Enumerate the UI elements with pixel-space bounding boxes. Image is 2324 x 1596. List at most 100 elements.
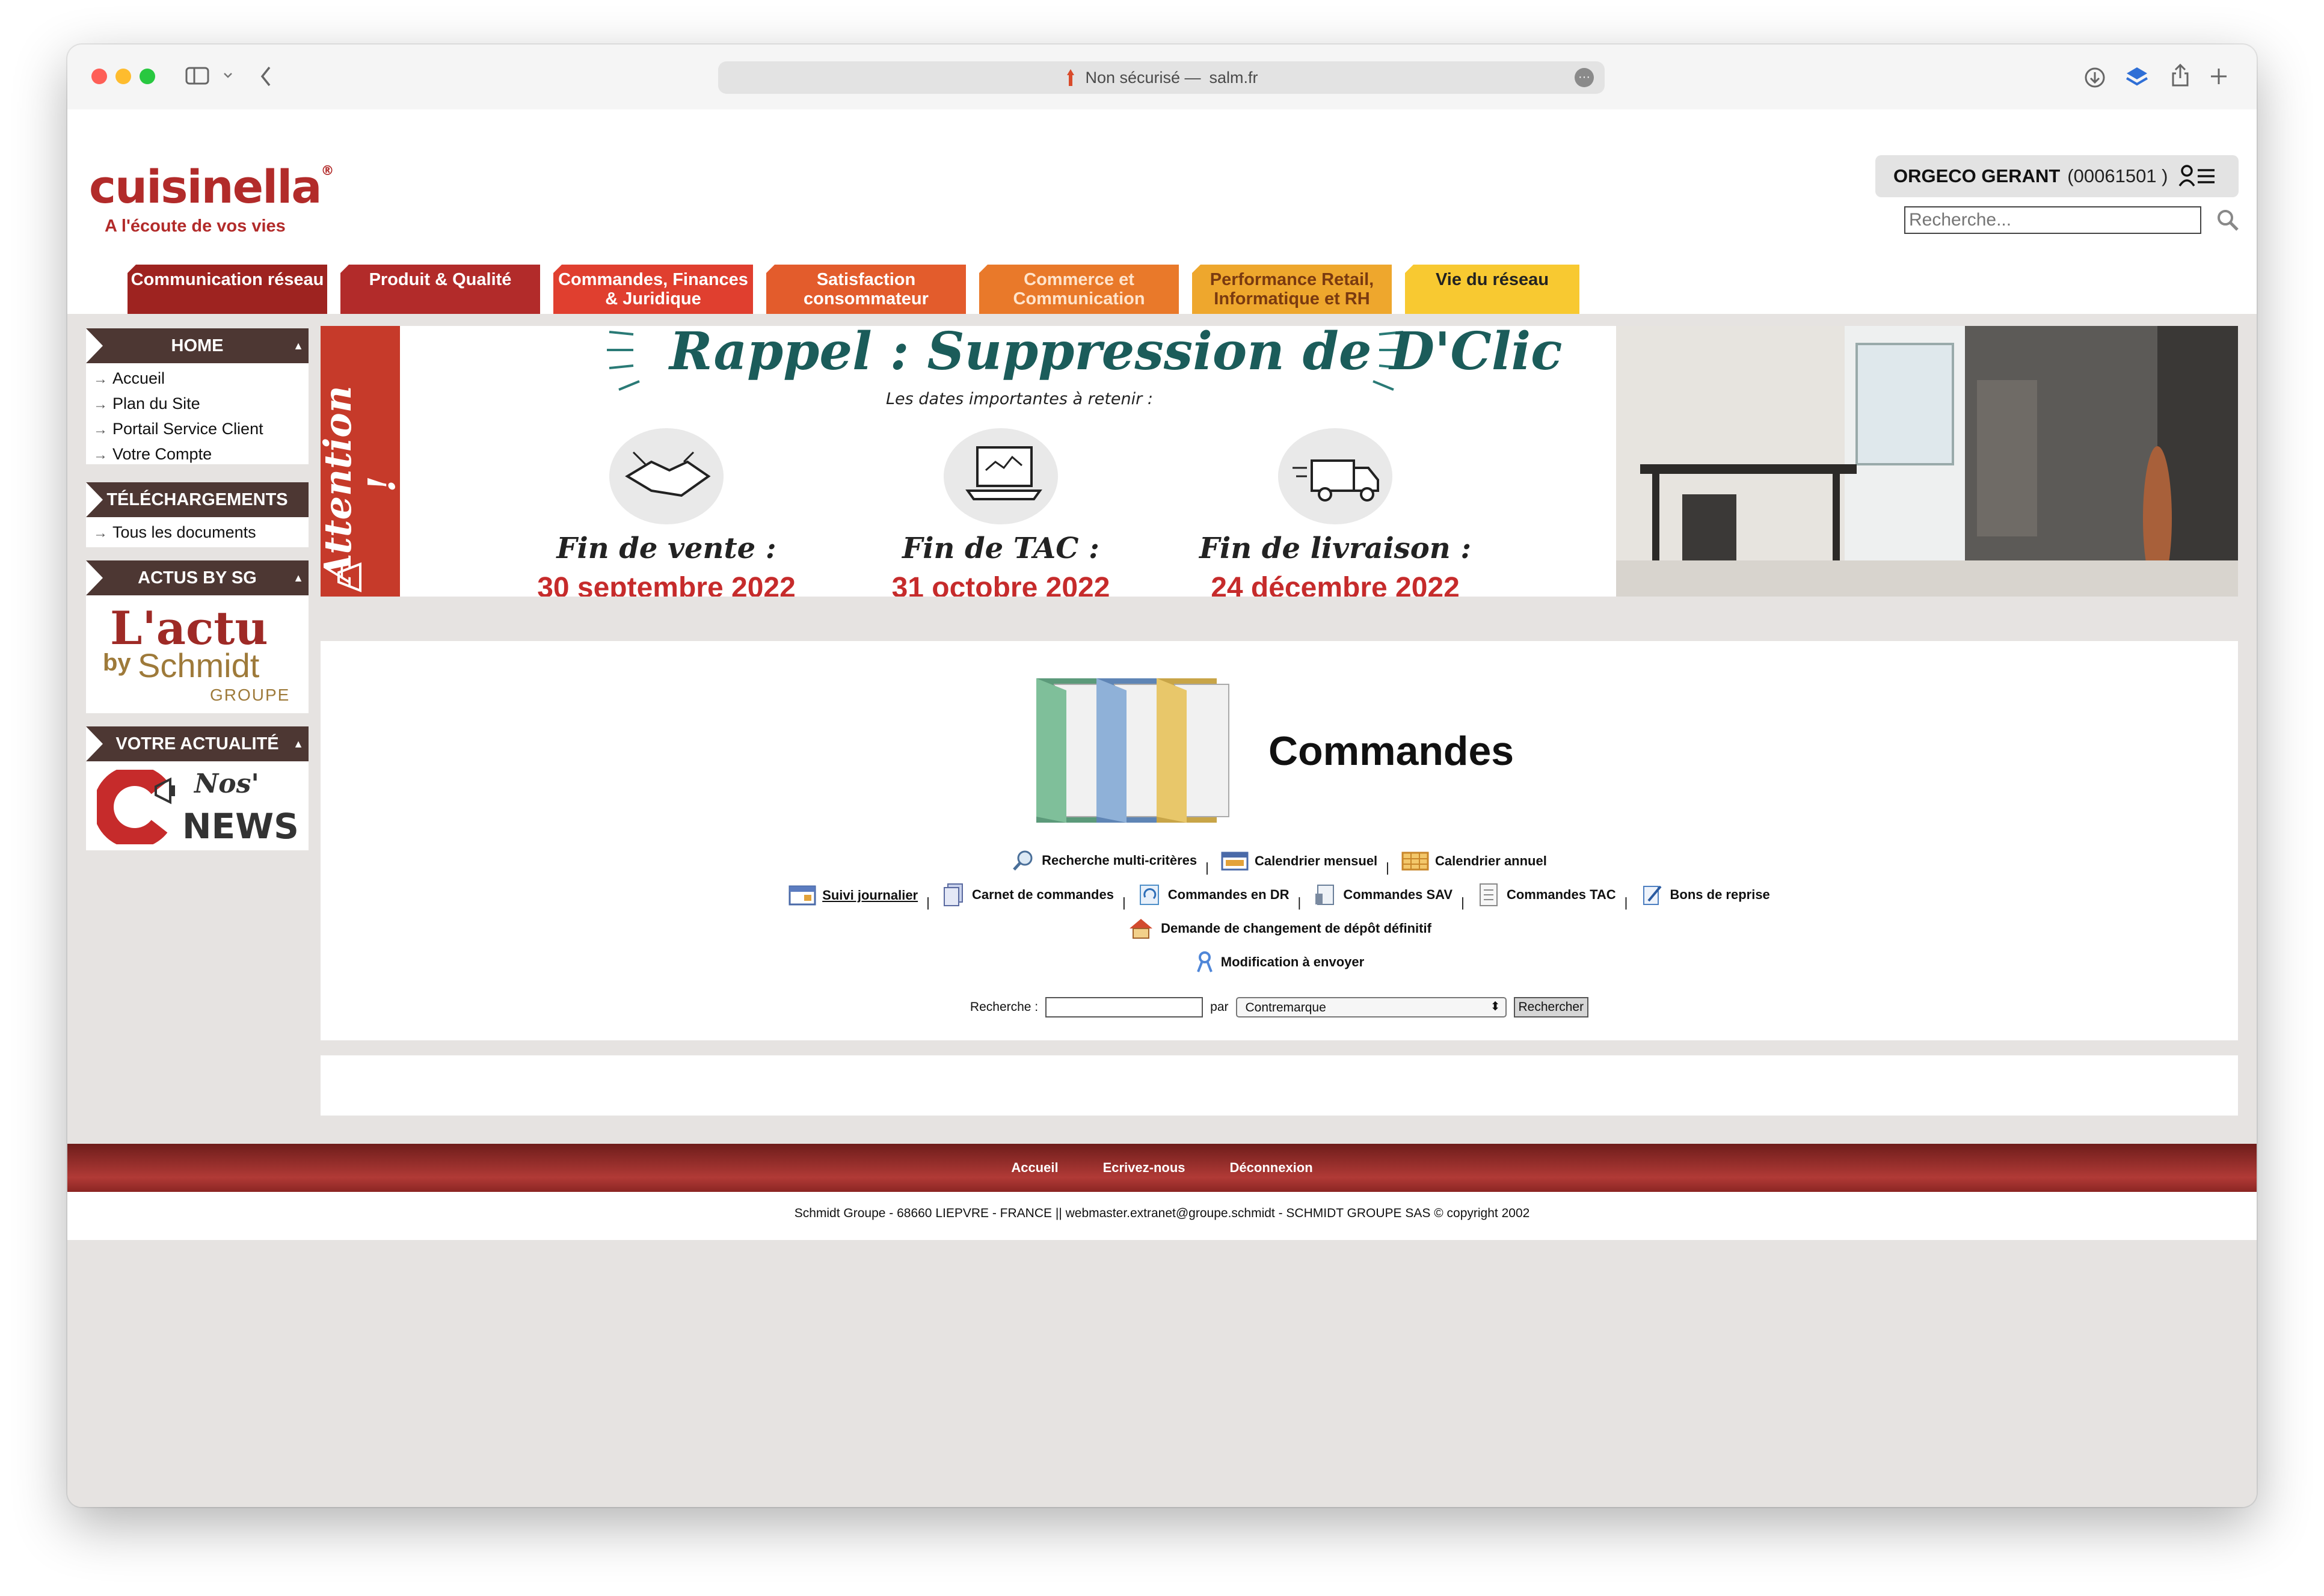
page-menu-icon[interactable]: ··· — [1575, 68, 1594, 87]
link-calendrier-mensuel[interactable]: Calendrier mensuel — [1221, 850, 1377, 872]
orders-search-input[interactable] — [1045, 997, 1204, 1017]
site-header: cuisinella® A l'écoute de vos vies ORGEC… — [67, 109, 2257, 314]
nav-tab-label: Commerce et Communication — [1013, 270, 1145, 308]
address-bar[interactable]: Non sécurisé — salm.fr ··· — [718, 61, 1605, 94]
links-row-2: Suivi journalier | Carnet de commandes |… — [321, 883, 2238, 910]
sidebar-news-header[interactable]: VOTRE ACTUALITÉ ▲ — [86, 726, 309, 761]
logo-text: cuisinella — [89, 160, 322, 213]
separator: | — [1297, 895, 1302, 910]
sidebar-actus-title: ACTUS BY SG — [138, 568, 257, 588]
link-calendrier-annuel[interactable]: Calendrier annuel — [1401, 850, 1547, 872]
link-label: Commandes TAC — [1506, 887, 1616, 902]
link-bons-de-reprise[interactable]: Bons de reprise — [1640, 883, 1770, 907]
sidebar-news-title: VOTRE ACTUALITÉ — [115, 734, 279, 753]
nav-tab-label: Satisfaction consommateur — [804, 270, 929, 308]
search-button[interactable]: Rechercher — [1513, 997, 1589, 1017]
arrow-right-icon: → — [93, 422, 108, 438]
separator: | — [1386, 860, 1389, 875]
refresh-doc-icon — [1139, 885, 1159, 905]
browser-toolbar: Non sécurisé — salm.fr ··· — [67, 45, 2257, 109]
link-commandes-sav[interactable]: Commandes SAV — [1313, 883, 1452, 907]
search-criteria-select[interactable]: Contremarque — [1235, 997, 1507, 1017]
sidebar-item-accueil[interactable]: → Accueil — [86, 366, 309, 391]
sidebar-home-header[interactable]: HOME ▲ — [86, 328, 309, 363]
close-window-button[interactable] — [91, 69, 107, 84]
main-navigation: Communication réseau Produit & Qualité C… — [128, 265, 1579, 314]
nav-tab-produit-qualite[interactable]: Produit & Qualité — [340, 265, 540, 314]
order-book-icon — [943, 883, 963, 906]
attention-text: Attention ! — [321, 385, 404, 583]
by-label: par — [1210, 1000, 1229, 1014]
actus-logo-by: by — [103, 649, 131, 676]
collapse-arrow-icon[interactable]: ▲ — [293, 560, 304, 595]
back-arrow-icon[interactable] — [259, 65, 273, 88]
laptop-icon — [965, 446, 1042, 500]
sidebar-item-label: Accueil — [112, 369, 165, 387]
minimize-window-button[interactable] — [115, 69, 131, 84]
sidebar-toggle-icon[interactable] — [185, 66, 209, 85]
separator: | — [1122, 895, 1126, 910]
edit-doc-icon — [1643, 885, 1662, 905]
new-tab-plus-icon[interactable] — [2209, 66, 2229, 87]
nav-tab-label: Communication réseau — [131, 270, 324, 289]
link-label: Recherche multi-critères — [1042, 853, 1197, 868]
nav-tab-commandes-finances[interactable]: Commandes, Finances & Juridique — [553, 265, 753, 314]
user-account-box[interactable]: ORGECO GERANT (00061501 ) — [1875, 155, 2239, 197]
ribbon-icon — [1196, 951, 1213, 972]
share-icon[interactable] — [2170, 63, 2190, 88]
registered-mark-icon: ® — [321, 164, 334, 179]
zoom-window-button[interactable] — [140, 69, 155, 84]
sidebar-item-plan-du-site[interactable]: → Plan du Site — [86, 391, 309, 416]
link-label: Carnet de commandes — [971, 887, 1114, 902]
sidebar-item-votre-compte[interactable]: → Votre Compte — [86, 441, 309, 467]
nav-tab-label: Vie du réseau — [1435, 270, 1549, 289]
sidebar-downloads-header[interactable]: TÉLÉCHARGEMENTS — [86, 482, 309, 517]
footer-link-ecrivez-nous[interactable]: Ecrivez-nous — [1103, 1160, 1185, 1176]
arrow-right-icon: → — [93, 525, 108, 541]
search-label: Recherche : — [970, 1000, 1039, 1014]
megaphone-icon — [155, 777, 175, 805]
nos-news-logo[interactable]: Nos' NEWS — [86, 761, 309, 850]
page-content: cuisinella® A l'écoute de vos vies ORGEC… — [67, 109, 2257, 1507]
link-recherche-multi-criteres[interactable]: Recherche multi-critères — [1012, 849, 1197, 872]
chevron-down-icon[interactable] — [223, 71, 233, 79]
link-carnet-de-commandes[interactable]: Carnet de commandes — [942, 883, 1114, 907]
user-name: ORGECO GERANT — [1893, 165, 2061, 186]
footer-link-deconnexion[interactable]: Déconnexion — [1230, 1160, 1313, 1176]
footer-link-accueil[interactable]: Accueil — [1011, 1160, 1058, 1176]
nav-tab-satisfaction[interactable]: Satisfaction consommateur — [766, 265, 966, 314]
link-label: Demande de changement de dépôt définitif — [1161, 921, 1431, 936]
link-suivi-journalier[interactable]: Suivi journalier — [788, 884, 918, 907]
collapse-arrow-icon[interactable]: ▲ — [293, 726, 304, 761]
nav-tab-commerce-communication[interactable]: Commerce et Communication — [979, 265, 1179, 314]
link-commandes-tac[interactable]: Commandes TAC — [1477, 883, 1616, 907]
sidebar-item-tous-les-documents[interactable]: → Tous les documents — [86, 520, 309, 545]
site-search-input[interactable] — [1904, 206, 2201, 234]
actus-by-sg-logo[interactable]: L'actu by Schmidt GROUPE — [86, 595, 309, 713]
link-commandes-en-dr[interactable]: Commandes en DR — [1138, 883, 1290, 907]
link-changement-de-depot[interactable]: Demande de changement de dépôt définitif — [1127, 916, 1431, 941]
footer-copyright: Schmidt Groupe - 68660 LIEPVRE - FRANCE … — [67, 1192, 2257, 1240]
magnifier-icon — [1013, 850, 1033, 871]
secondary-panel — [321, 1055, 2238, 1116]
sidebar-item-portail-service-client[interactable]: → Portail Service Client — [86, 416, 309, 441]
announcement-banner[interactable]: Attention ! Rappel : Suppression de D'Cl… — [321, 326, 2238, 597]
user-id: (00061501 ) — [2067, 165, 2168, 186]
sidebar-downloads-title: TÉLÉCHARGEMENTS — [106, 490, 288, 509]
address-security-text: Non sécurisé — — [1085, 68, 1201, 87]
downloads-icon[interactable] — [2083, 66, 2106, 89]
nav-tab-performance-retail[interactable]: Performance Retail, Informatique et RH — [1192, 265, 1392, 314]
collapse-arrow-icon[interactable]: ▲ — [293, 328, 304, 363]
nav-tab-communication-reseau[interactable]: Communication réseau — [128, 265, 327, 314]
banner-item-label: Fin de livraison : — [1199, 532, 1472, 565]
link-label: Calendrier mensuel — [1254, 853, 1378, 868]
sidebar-actus-header[interactable]: ACTUS BY SG ▲ — [86, 560, 309, 595]
link-modification-a-envoyer[interactable]: Modification à envoyer — [1194, 950, 1364, 974]
user-menu-icon[interactable] — [2178, 164, 2217, 188]
nav-tab-vie-du-reseau[interactable]: Vie du réseau — [1405, 265, 1579, 314]
link-label: Commandes SAV — [1343, 887, 1453, 902]
search-icon[interactable] — [2216, 208, 2240, 232]
nav-tab-label: Commandes, Finances & Juridique — [558, 270, 748, 308]
cuisinella-logo[interactable]: cuisinella® — [89, 160, 334, 213]
layers-extension-icon[interactable] — [2124, 65, 2150, 89]
